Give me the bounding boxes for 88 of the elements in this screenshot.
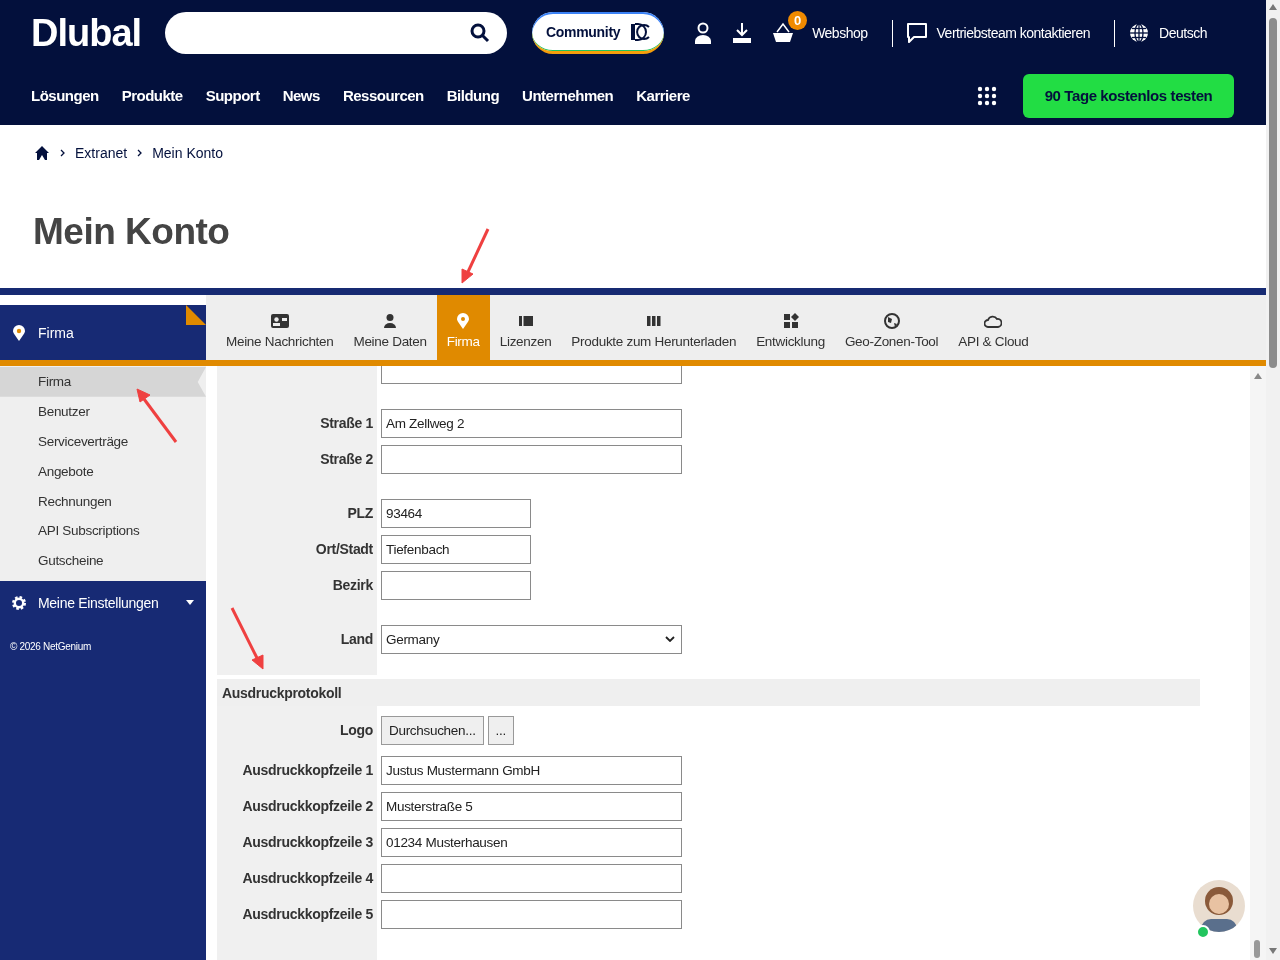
sidebar-item[interactable]: Angebote bbox=[0, 456, 206, 487]
tab[interactable]: API & Cloud bbox=[948, 295, 1039, 360]
page-title: Mein Konto bbox=[33, 211, 231, 253]
map-pin-icon bbox=[13, 324, 25, 341]
input-field[interactable]: 01234 Musterhausen bbox=[381, 827, 682, 857]
breadcrumb-link[interactable]: Extranet bbox=[75, 144, 128, 161]
input-field[interactable]: Justus Mustermann GmbH bbox=[381, 755, 682, 785]
input-field[interactable]: Am Zellweg 2 bbox=[381, 408, 682, 438]
field-label: Ausdruckkopfzeile 5 bbox=[242, 906, 373, 922]
field-label: Ausdruckkopfzeile 3 bbox=[242, 834, 373, 850]
field-label: Ausdruckkopfzeile 4 bbox=[242, 870, 373, 886]
more-button[interactable]: ... bbox=[487, 715, 514, 745]
nav-link[interactable]: Lösungen bbox=[31, 87, 99, 104]
sidebar-item[interactable]: Serviceverträge bbox=[0, 426, 206, 457]
field-label: Straße 1 bbox=[320, 415, 373, 431]
tab[interactable]: Meine Daten bbox=[343, 295, 437, 360]
field-label: Land bbox=[340, 631, 373, 647]
chevron-icon bbox=[60, 148, 65, 157]
widgets-icon bbox=[781, 312, 800, 329]
gear-icon bbox=[11, 594, 27, 611]
community-button[interactable]: Community bbox=[532, 12, 665, 54]
globe-icon[interactable] bbox=[1129, 23, 1150, 43]
chevron-icon bbox=[137, 148, 143, 157]
section-header: Ausdruckprotokoll bbox=[217, 679, 1200, 706]
language-link[interactable]: Deutsch bbox=[1159, 25, 1207, 41]
input-field[interactable] bbox=[381, 570, 531, 600]
annotation-arrow bbox=[134, 386, 180, 446]
scrollbar-thumb[interactable] bbox=[1254, 940, 1260, 958]
sidebar-item[interactable]: Firma bbox=[0, 367, 206, 397]
user-icon[interactable] bbox=[694, 22, 713, 44]
nav-link[interactable]: Ressourcen bbox=[342, 87, 424, 104]
home-icon[interactable] bbox=[34, 144, 50, 161]
sidebar-item[interactable]: Benutzer bbox=[0, 396, 206, 427]
copyright-text: © 2026 NetGenium bbox=[9, 639, 92, 652]
field-label: PLZ bbox=[347, 505, 373, 521]
sidebar-item[interactable]: Rechnungen bbox=[0, 486, 206, 516]
annotation-arrow bbox=[458, 226, 492, 286]
tab[interactable]: Produkte zum Herunterladen bbox=[561, 295, 747, 360]
scrollbar-thumb[interactable] bbox=[1269, 18, 1277, 368]
scroll-down-icon[interactable] bbox=[1269, 948, 1277, 954]
field-label: Straße 2 bbox=[320, 451, 373, 467]
sidebar-title: Firma bbox=[38, 324, 74, 341]
chat-avatar[interactable] bbox=[1192, 877, 1248, 939]
logo[interactable]: Dlubal bbox=[31, 11, 142, 55]
tab[interactable]: Lizenzen bbox=[489, 295, 562, 360]
settings-menu[interactable]: Meine Einstellungen bbox=[0, 580, 206, 625]
apps-grid-icon[interactable] bbox=[977, 85, 997, 106]
breadcrumb-link[interactable]: Mein Konto bbox=[152, 144, 223, 161]
nav-link[interactable]: Bildung bbox=[446, 87, 500, 104]
scroll-up-icon[interactable] bbox=[1269, 4, 1277, 10]
webshop-link[interactable]: Webshop bbox=[812, 25, 868, 41]
search-icon[interactable] bbox=[470, 23, 491, 43]
cart-count-badge: 0 bbox=[788, 11, 808, 30]
input-field[interactable] bbox=[381, 444, 682, 474]
browse-button[interactable]: Durchsuchen... bbox=[381, 715, 484, 745]
sidebar-item[interactable]: API Subscriptions bbox=[0, 516, 206, 546]
tab[interactable]: Entwicklung bbox=[746, 295, 835, 360]
contact-card-icon bbox=[270, 312, 289, 329]
tab[interactable]: Meine Nachrichten bbox=[216, 295, 344, 360]
nav-link[interactable]: Unternehmen bbox=[522, 87, 614, 104]
basket-icon[interactable] bbox=[772, 22, 795, 44]
field-label: Ort/Stadt bbox=[315, 541, 373, 557]
field-label: Ausdruckkopfzeile 1 bbox=[242, 762, 373, 778]
input-field[interactable]: 93464 bbox=[381, 498, 531, 528]
corner-icon bbox=[186, 305, 206, 325]
globe-icon bbox=[882, 312, 901, 329]
download-icon[interactable] bbox=[732, 22, 753, 44]
community-logo-icon bbox=[630, 22, 651, 41]
nav-link[interactable]: News bbox=[282, 87, 320, 104]
contact-link[interactable]: Vertriebsteam kontaktieren bbox=[936, 25, 1091, 41]
dropdown-caret-icon bbox=[665, 636, 675, 642]
input-field[interactable] bbox=[381, 863, 682, 893]
field-label: Bezirk bbox=[332, 577, 373, 593]
search-field[interactable] bbox=[165, 12, 508, 54]
trial-button[interactable]: 90 Tage kostenlos testen bbox=[1023, 73, 1234, 118]
nav-link[interactable]: Karriere bbox=[636, 87, 690, 104]
sidebar-item[interactable]: Gutscheine bbox=[0, 545, 206, 576]
scroll-up-icon[interactable] bbox=[1254, 373, 1262, 379]
field-label: Ausdruckkopfzeile 2 bbox=[242, 798, 373, 814]
input-field[interactable] bbox=[381, 899, 682, 929]
chat-icon[interactable] bbox=[906, 23, 927, 43]
input-field[interactable]: Musterstraße 5 bbox=[381, 791, 682, 821]
tab[interactable]: Geo-Zonen-Tool bbox=[834, 295, 949, 360]
input-field[interactable]: Tiefenbach bbox=[381, 534, 531, 564]
nav-link[interactable]: Support bbox=[205, 87, 260, 104]
country-select[interactable]: Germany bbox=[381, 624, 682, 654]
nav-link[interactable]: Produkte bbox=[121, 87, 183, 104]
field-label: Logo bbox=[340, 722, 373, 738]
